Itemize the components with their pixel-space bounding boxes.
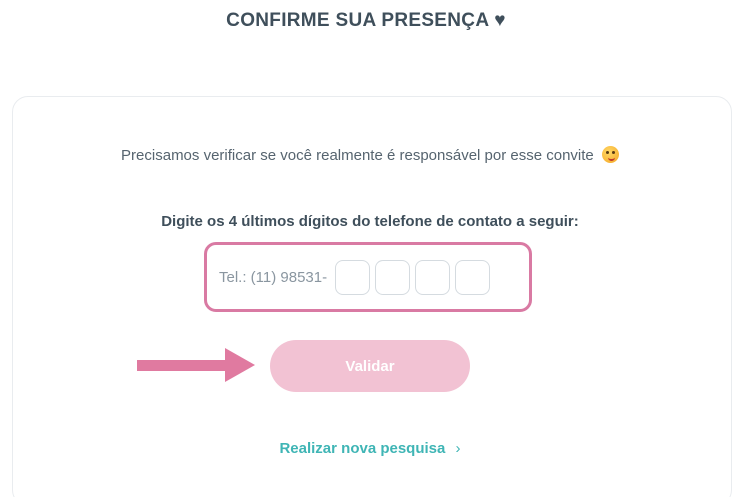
chevron-right-icon: ›	[455, 440, 461, 457]
intro-text-line: Precisamos verificar se você realmente é…	[0, 146, 732, 164]
phone-instruction: Digite os 4 últimos dígitos do telefone …	[161, 213, 579, 230]
digit-input-2[interactable]	[375, 259, 411, 295]
digit-input-3[interactable]	[415, 259, 451, 295]
intro-text: Precisamos verificar se você realmente é…	[121, 147, 594, 164]
winking-emoji-icon	[601, 146, 619, 163]
new-search-label: Realizar nova pesquisa	[279, 440, 446, 457]
phone-digits-group: Tel.: (11) 98531-	[204, 242, 532, 312]
page-title: CONFIRME SUA PRESENÇA ♥	[226, 10, 506, 31]
new-search-link[interactable]: Realizar nova pesquisa ›	[0, 440, 732, 457]
pointer-arrow-icon	[137, 348, 255, 382]
digit-input-1[interactable]	[335, 259, 371, 295]
phone-prefix: Tel.: (11) 98531-	[219, 268, 328, 286]
validate-button[interactable]: Validar	[270, 340, 470, 392]
digit-input-4[interactable]	[455, 259, 491, 295]
